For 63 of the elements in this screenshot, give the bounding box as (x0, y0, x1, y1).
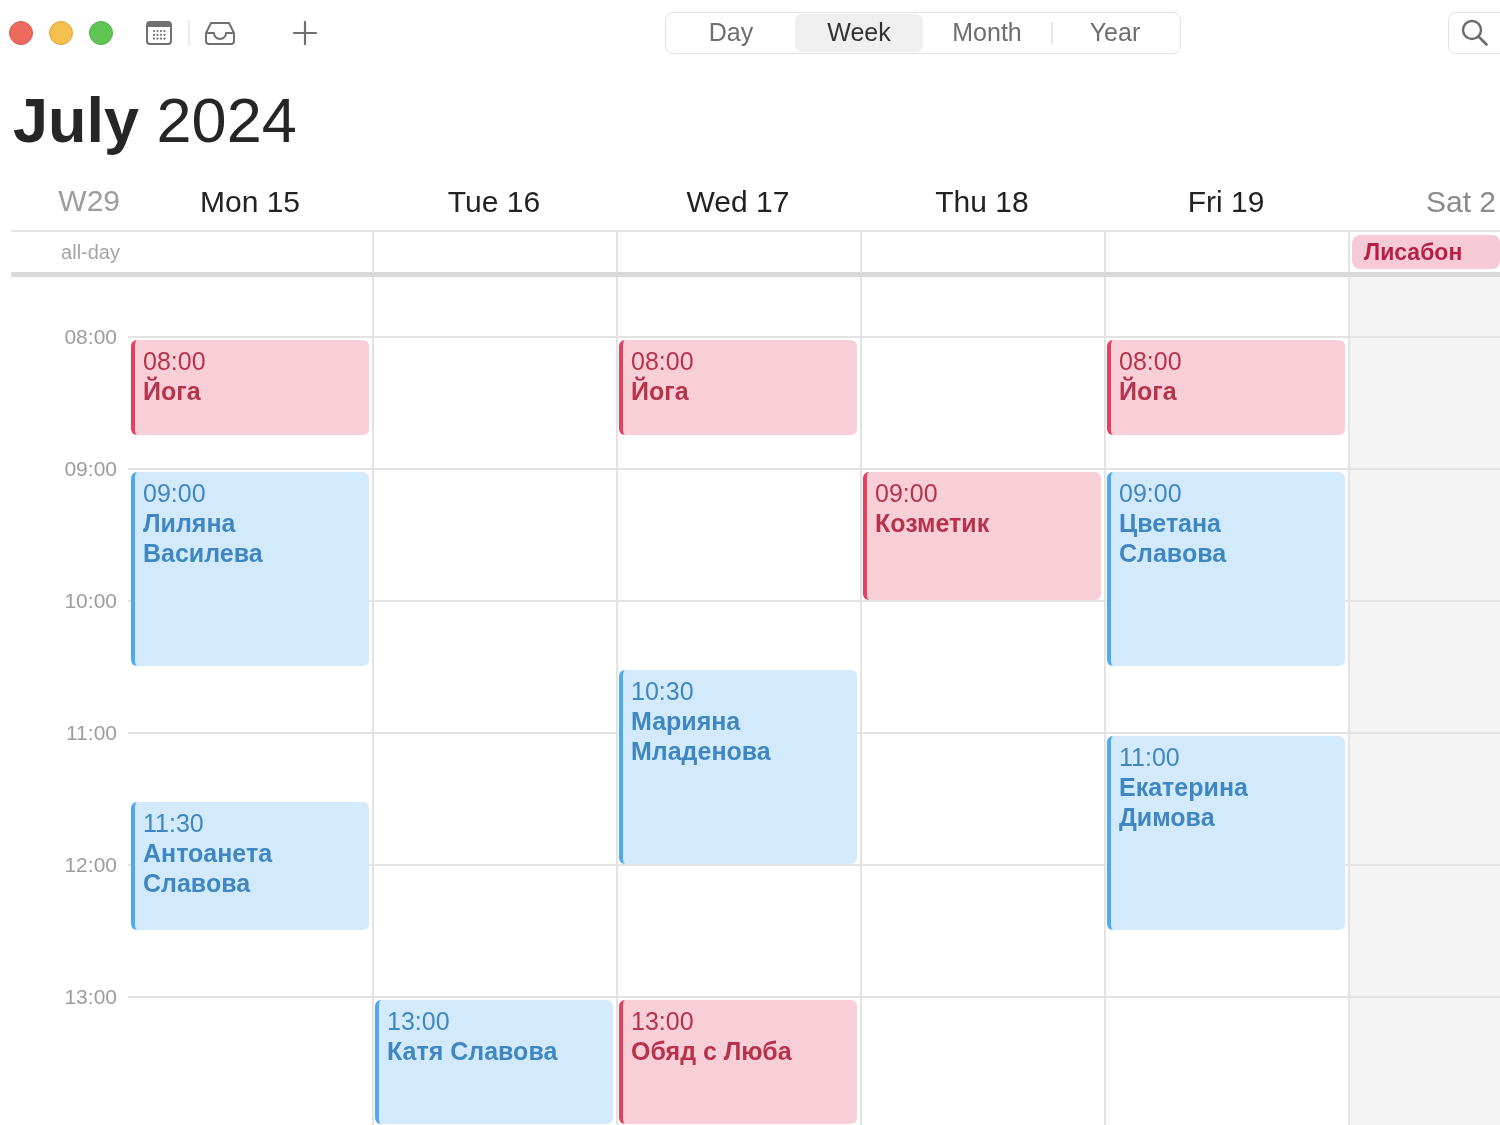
event-time: 11:30 (143, 808, 204, 838)
view-tab[interactable]: Month (923, 13, 1051, 52)
calendars-button[interactable] (146, 20, 172, 45)
hour-label: 10:00 (64, 590, 117, 612)
window-close-button[interactable] (9, 20, 33, 45)
calendar-event[interactable]: 09:00 Цветана Славова (1107, 472, 1345, 666)
day-header: Fri 19 (1187, 185, 1265, 219)
day-header: Thu 18 (935, 185, 1029, 219)
event-time: 11:00 (1119, 742, 1180, 772)
calendar-event[interactable]: 09:00 Лиляна Василева (131, 472, 369, 666)
event-time: 08:00 (143, 346, 206, 376)
week-number: W29 (58, 184, 120, 218)
event-title: Цветана Славова (1119, 508, 1228, 568)
hour-label: 09:00 (64, 458, 117, 480)
search-button[interactable] (1448, 11, 1500, 54)
event-time: 08:00 (1119, 346, 1182, 376)
hour-label: 11:00 (66, 722, 117, 744)
hour-label: 08:00 (64, 326, 117, 348)
event-time: 09:00 (1119, 478, 1182, 508)
plus-icon (293, 20, 317, 45)
day-header: Wed 17 (686, 185, 790, 219)
event-title: Марияна Младенова (631, 706, 772, 766)
event-title: Катя Славова (387, 1036, 558, 1066)
event-time: 08:00 (631, 346, 694, 376)
event-title: Козметик (875, 508, 990, 538)
month-title: July 2024 (13, 84, 297, 156)
day-header: Mon 15 (199, 185, 301, 219)
event-time: 10:30 (631, 676, 694, 706)
event-time: 13:00 (631, 1006, 694, 1036)
hour-label: 12:00 (64, 854, 117, 876)
calendar-event[interactable]: 08:00 Йога (1107, 340, 1345, 435)
calendar-event[interactable]: 13:00 Катя Славова (375, 1000, 613, 1124)
search-icon (1461, 19, 1488, 46)
calendar-event[interactable]: 08:00 Йога (619, 340, 857, 435)
calendar-event[interactable]: 09:00 Козметик (863, 472, 1101, 600)
event-time: 09:00 (875, 478, 938, 508)
event-title: Екатерина Димова (1119, 772, 1249, 832)
calendar-event[interactable]: 11:30 Антоанета Славова (131, 802, 369, 930)
calendar-icon (146, 20, 172, 45)
calendar-event[interactable]: 10:30 Марияна Младенова (619, 670, 857, 864)
event-title: Йога (631, 376, 689, 406)
event-title: Обяд с Люба (631, 1036, 792, 1066)
all-day-event[interactable]: Лисабон (1352, 235, 1500, 269)
inbox-tray-icon (204, 20, 236, 45)
event-title: Лиляна Василева (143, 508, 264, 568)
calendar-event[interactable]: 11:00 Екатерина Димова (1107, 736, 1345, 930)
event-title: Йога (1119, 376, 1177, 406)
window-zoom-button[interactable] (89, 20, 113, 45)
event-time: 13:00 (387, 1006, 450, 1036)
all-day-label: all-day (61, 240, 120, 264)
inbox-button[interactable] (204, 20, 236, 45)
day-header: Sat 2 (1425, 185, 1496, 219)
add-event-button[interactable] (293, 20, 317, 45)
event-title: Антоанета Славова (143, 838, 274, 898)
event-title: Йога (143, 376, 201, 406)
event-time: 09:00 (143, 478, 206, 508)
view-tab[interactable]: Week (795, 13, 923, 52)
view-tab[interactable]: Day (667, 13, 795, 52)
calendar-event[interactable]: 13:00 Обяд с Люба (619, 1000, 857, 1124)
view-tab[interactable]: Year (1051, 13, 1179, 52)
day-header: Tue 16 (447, 185, 541, 219)
hour-label: 13:00 (64, 986, 117, 1008)
calendar-event[interactable]: 08:00 Йога (131, 340, 369, 435)
